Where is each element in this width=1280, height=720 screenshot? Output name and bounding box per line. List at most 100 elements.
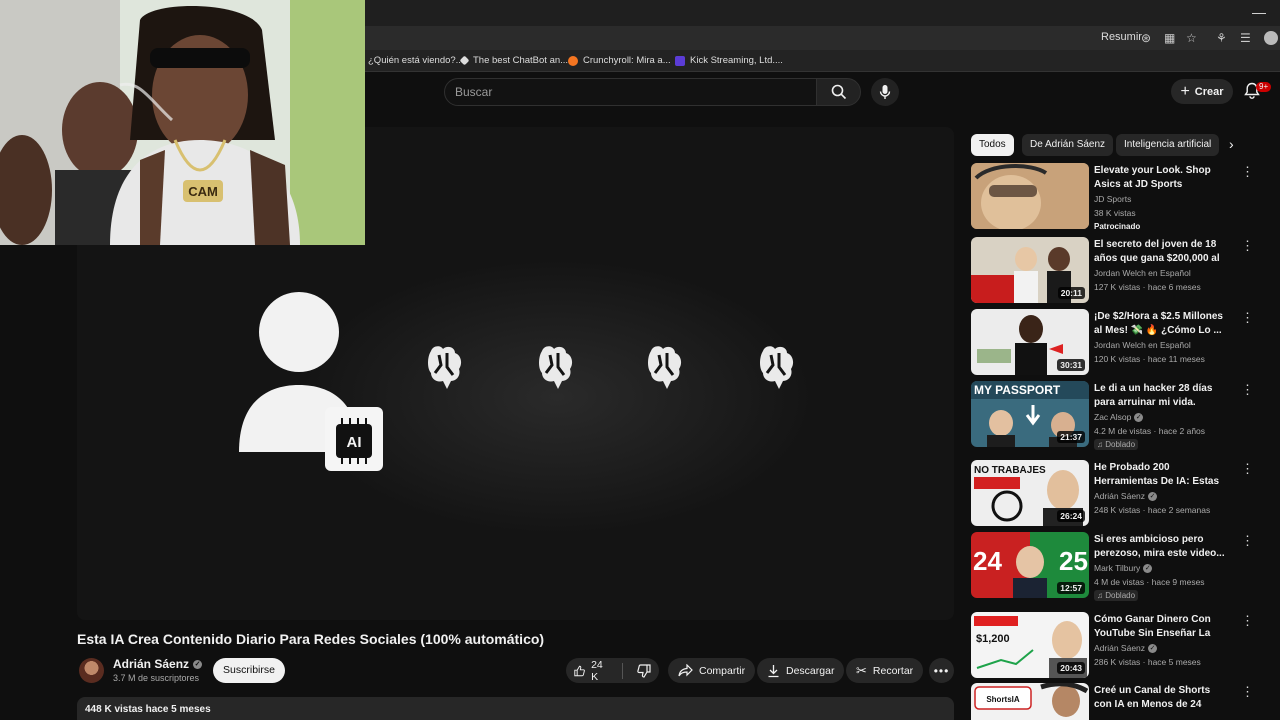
video-thumbnail[interactable]	[971, 163, 1089, 229]
like-dislike-group: 24 K	[566, 658, 659, 683]
share-button[interactable]: Compartir	[668, 658, 756, 683]
duration-badge: 30:31	[1057, 359, 1085, 371]
recommendation-item[interactable]: 20:11 El secreto del joven de 18 años qu…	[971, 237, 1261, 303]
chip-channel[interactable]: De Adrián Sáenz	[1022, 134, 1114, 156]
more-vertical-icon[interactable]: ⋮	[1241, 165, 1254, 178]
video-thumbnail[interactable]: $1,200 20:43	[971, 612, 1089, 678]
video-thumbnail[interactable]: NO TRABAJES 26:24	[971, 460, 1089, 526]
more-vertical-icon[interactable]: ⋮	[1241, 239, 1254, 252]
more-actions-button[interactable]: •••	[929, 658, 954, 683]
summarize-button[interactable]: Resumir	[1101, 31, 1142, 43]
dislike-button[interactable]	[629, 658, 659, 683]
recommendation-item[interactable]: 30:31 ¡De $2/Hora a $2.5 Millones al Mes…	[971, 309, 1261, 375]
chip-ai[interactable]: Inteligencia artificial	[1116, 134, 1219, 156]
more-vertical-icon[interactable]: ⋮	[1241, 614, 1254, 627]
brain-chip-icons	[428, 346, 794, 389]
scissors-icon: ✂	[856, 662, 867, 678]
create-button[interactable]: + Crear	[1171, 79, 1233, 104]
thumbs-up-icon	[574, 665, 585, 676]
svg-text:MY PASSPORT: MY PASSPORT	[974, 383, 1061, 397]
reading-list-icon[interactable]: ☰	[1240, 31, 1251, 45]
video-thumbnail[interactable]: MY PASSPORT 21:37	[971, 381, 1089, 447]
bookmark-item[interactable]: The best ChatBot an...	[459, 55, 568, 66]
profile-avatar[interactable]	[1264, 31, 1278, 45]
pip-photo-overlay: CAM	[0, 0, 365, 245]
crunchyroll-favicon	[568, 55, 578, 66]
svg-text:24: 24	[973, 546, 1002, 576]
voice-search-button[interactable]	[871, 78, 899, 106]
dubbed-badge: ♫ Doblado	[1094, 590, 1139, 601]
divider	[622, 662, 623, 679]
user-ai-icon: AI	[239, 292, 383, 471]
search-input[interactable]: Buscar	[444, 78, 817, 106]
duration-badge: 20:43	[1057, 662, 1085, 674]
minimize-window-icon[interactable]: —	[1252, 4, 1266, 20]
more-vertical-icon[interactable]: ⋮	[1241, 534, 1254, 547]
subscribe-button[interactable]: Suscribirse	[213, 658, 285, 683]
video-thumbnail[interactable]: 24 25 12:57	[971, 532, 1089, 598]
video-thumbnail[interactable]: ShortsIA	[971, 683, 1089, 720]
chevron-right-icon[interactable]: ›	[1229, 136, 1234, 152]
chip-todos[interactable]: Todos	[971, 134, 1014, 156]
recommendation-item[interactable]: $1,200 20:43 Cómo Ganar Dinero Con YouTu…	[971, 612, 1261, 678]
duration-badge: 12:57	[1057, 582, 1085, 594]
search-icon	[831, 84, 846, 100]
rec-meta: 286 K vistas · hace 5 meses	[1094, 657, 1201, 667]
rec-channel: JD Sports	[1094, 194, 1132, 204]
dubbed-badge: ♫ Doblado	[1094, 439, 1139, 450]
audio-icon: ♫	[1097, 591, 1106, 600]
clip-button[interactable]: ✂ Recortar	[846, 658, 924, 683]
svg-text:25: 25	[1059, 546, 1088, 576]
bookmark-item[interactable]: Crunchyroll: Mira a...	[568, 55, 671, 66]
subscriber-count: 3.7 M de suscriptores	[113, 673, 200, 683]
duration-badge: 21:37	[1057, 431, 1085, 443]
svg-text:$1,200: $1,200	[976, 633, 1010, 645]
rec-channel: Adrián Sáenz ✓	[1094, 491, 1158, 501]
video-thumbnail[interactable]: 20:11	[971, 237, 1089, 303]
verified-icon: ✓	[1134, 412, 1144, 422]
verified-icon: ✓	[1143, 563, 1153, 573]
channel-avatar[interactable]	[79, 658, 104, 683]
brain-icon	[428, 346, 462, 389]
recommendation-item[interactable]: ShortsIA Creé un Canal de Shorts con IA …	[971, 683, 1261, 720]
duration-badge: 26:24	[1057, 510, 1085, 522]
recommendation-item[interactable]: 24 25 12:57 Si eres ambicioso pero perezo…	[971, 532, 1261, 601]
rec-channel: Jordan Welch en Español	[1094, 340, 1191, 350]
thumbnail-image: ShortsIA	[971, 683, 1089, 720]
download-icon	[768, 664, 779, 677]
thumbs-down-icon	[637, 663, 651, 678]
svg-text:CAM: CAM	[188, 184, 218, 199]
more-vertical-icon[interactable]: ⋮	[1241, 383, 1254, 396]
video-title: Esta IA Crea Contenido Diario Para Redes…	[77, 631, 545, 647]
like-button[interactable]: 24 K	[566, 658, 616, 683]
rec-channel: Jordan Welch en Español	[1094, 268, 1191, 278]
verified-icon: ✓	[1148, 643, 1158, 653]
video-thumbnail[interactable]: 30:31	[971, 309, 1089, 375]
svg-text:AI: AI	[347, 434, 362, 451]
channel-name[interactable]: Adrián Sáenz ✓	[113, 657, 203, 671]
recommendation-item[interactable]: Elevate your Look. Shop Asics at JD Spor…	[971, 163, 1261, 231]
apps-icon[interactable]: ▦	[1164, 31, 1175, 45]
rec-channel: Zac Alsop ✓	[1094, 412, 1144, 422]
more-vertical-icon[interactable]: ⋮	[1241, 462, 1254, 475]
bookmark-star-icon[interactable]: ☆	[1186, 31, 1197, 45]
person-photo: CAM	[0, 0, 365, 245]
brain-icon	[539, 346, 573, 389]
download-button[interactable]: Descargar	[757, 658, 845, 683]
search-button[interactable]	[816, 78, 861, 106]
recommendation-item[interactable]: NO TRABAJES 26:24 He Probado 200 Herrami…	[971, 460, 1261, 526]
recommendation-item[interactable]: MY PASSPORT 21:37 Le di a un hacker 28 d…	[971, 381, 1261, 450]
bookmark-item[interactable]: Kick Streaming, Ltd....	[675, 55, 783, 66]
translate-icon[interactable]: ⊛	[1141, 31, 1151, 45]
more-vertical-icon[interactable]: ⋮	[1241, 685, 1254, 698]
verified-icon: ✓	[1148, 491, 1158, 501]
extension-icon[interactable]: ⚘	[1216, 31, 1227, 45]
bookmark-item[interactable]: ¿Quién está viendo?...	[368, 55, 464, 66]
more-vertical-icon[interactable]: ⋮	[1241, 311, 1254, 324]
rec-meta: 127 K vistas · hace 6 meses	[1094, 282, 1201, 292]
brain-icon	[648, 346, 682, 389]
rec-channel: Adrián Sáenz ✓	[1094, 643, 1158, 653]
rec-meta: 4 M de vistas · hace 9 meses	[1094, 577, 1205, 587]
rec-meta: 4.2 M de vistas · hace 2 años	[1094, 426, 1206, 436]
description-box[interactable]: 448 K vistas hace 5 meses	[77, 697, 954, 720]
